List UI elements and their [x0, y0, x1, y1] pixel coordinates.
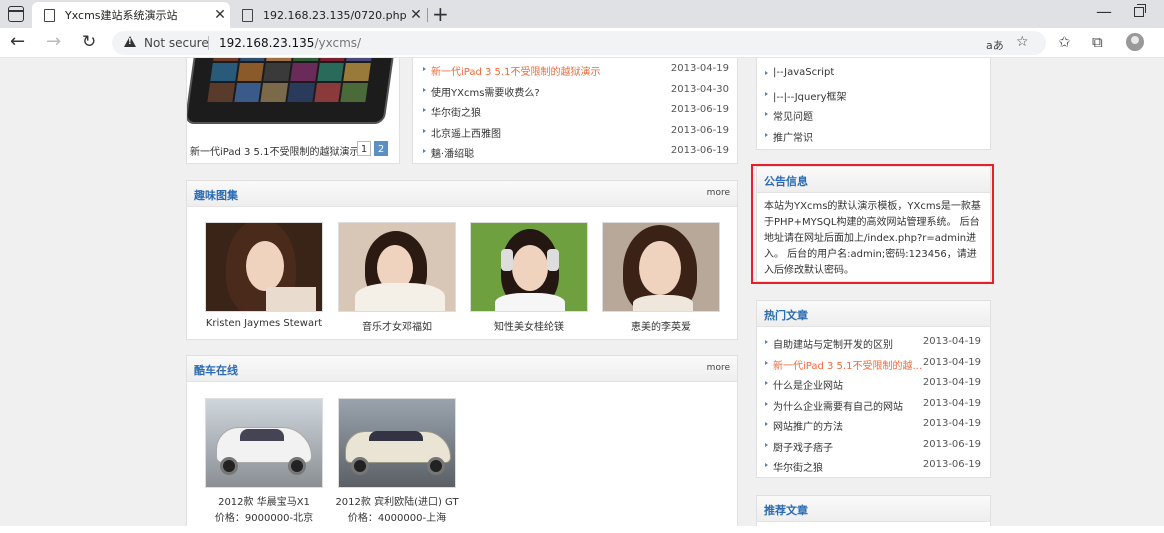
url-host: 192.168.23.135 [219, 36, 315, 50]
list-item[interactable]: 新一代iPad 3 5.1不受限制的越... 2013-04-19 [765, 354, 981, 375]
forward-arrow-icon[interactable]: → [46, 31, 61, 53]
gallery-photo-4[interactable] [602, 222, 720, 312]
list-item[interactable]: 自助建站与定制开发的区别 2013-04-19 [765, 333, 981, 354]
list-item[interactable]: 华尔街之狼 2013-06-19 [423, 101, 729, 122]
list-item[interactable]: 什么是企业网站 2013-04-19 [765, 374, 981, 395]
cars-header: 酷车在线 more [187, 356, 737, 382]
gallery-photo-1[interactable] [205, 222, 323, 312]
cars-more-link[interactable]: more [707, 363, 730, 373]
new-tab-icon[interactable]: + [432, 3, 449, 25]
address-bar[interactable]: Not secure 192.168.23.135/yxcms/ aあ ☆ [112, 31, 1046, 55]
cars-title[interactable]: 酷车在线 [194, 362, 238, 378]
page-icon [44, 8, 55, 22]
tablet-picture [187, 58, 398, 124]
minimize-icon[interactable]: — [1096, 2, 1112, 21]
hot-articles-panel: 热门文章 自助建站与定制开发的区别 2013-04-19 新一代iPad 3 5.… [756, 300, 991, 478]
list-item[interactable]: 华尔街之狼 2013-06-19 [765, 456, 981, 477]
recommended-title[interactable]: 推荐文章 [764, 502, 808, 518]
gallery-caption-3[interactable]: 知性美女桂纶镁 [454, 318, 604, 333]
slideshow-page-2[interactable]: 2 [374, 141, 388, 156]
hot-articles-header: 热门文章 [757, 301, 990, 327]
favorite-star-icon[interactable]: ☆ [1016, 34, 1029, 50]
hot-articles-title[interactable]: 热门文章 [764, 307, 808, 323]
tab-title: Yxcms建站系统演示站 [65, 9, 178, 22]
tab-separator [427, 8, 428, 22]
reload-icon[interactable]: ↻ [82, 31, 96, 53]
page-icon [242, 8, 253, 22]
car-name-1[interactable]: 2012款 华晨宝马X1 [189, 493, 339, 508]
favorites-icon[interactable]: ✩ [1058, 33, 1071, 51]
list-item[interactable]: 使用YXcms需要收费么? 2013-04-30 [423, 81, 729, 102]
profile-avatar[interactable] [1126, 33, 1144, 51]
category-item[interactable]: 常见问题 [765, 105, 985, 126]
url-path: /yxcms/ [314, 36, 362, 50]
gallery-caption-1[interactable]: Kristen Jaymes Stewart [189, 318, 339, 329]
url-divider [208, 36, 209, 50]
recommended-header: 推荐文章 [757, 496, 990, 522]
category-panel: |--JavaScript |--|--Jquery框架 常见问题 推广常识 [756, 58, 991, 150]
gallery-header: 趣味图集 more [187, 181, 737, 207]
gallery-title[interactable]: 趣味图集 [194, 187, 238, 203]
list-item[interactable]: 北京遥上西雅图 2013-06-19 [423, 122, 729, 143]
car-name-2[interactable]: 2012款 宾利欧陆(进口) GT [322, 493, 472, 508]
restore-icon[interactable] [1134, 4, 1146, 17]
url-text[interactable]: 192.168.23.135/yxcms/ [219, 36, 361, 50]
security-label[interactable]: Not secure [144, 36, 209, 50]
car-price-1: 价格：9000000-北京 [214, 513, 314, 524]
highlight-box [751, 164, 994, 284]
list-item[interactable]: 厨子戏子痞子 2013-06-19 [765, 436, 981, 457]
category-item[interactable]: |--|--Jquery框架 [765, 85, 985, 106]
list-item[interactable]: 为什么企业需要有自己的网站 2013-04-19 [765, 395, 981, 416]
gallery-caption-4[interactable]: 恵美的李英爱 [586, 318, 736, 333]
list-item[interactable]: 新一代iPad 3 5.1不受限制的越狱演示 2013-04-19 [423, 60, 729, 81]
news-list-panel: 新一代iPad 3 5.1不受限制的越狱演示 2013-04-19 使用YXcms… [412, 58, 738, 164]
browser-tab-inactive[interactable]: 192.168.23.135/0720.php ✕ [230, 2, 426, 28]
category-item[interactable]: 推广常识 [765, 126, 985, 147]
gallery-more-link[interactable]: more [707, 188, 730, 198]
address-toolbar: ← → ↻ Not secure 192.168.23.135/yxcms/ a… [0, 28, 1164, 58]
tab-title: 192.168.23.135/0720.php [263, 8, 406, 22]
car-photo-1[interactable] [205, 398, 323, 488]
tab-actions-icon[interactable] [8, 6, 24, 22]
close-tab-icon[interactable]: ✕ [406, 7, 426, 23]
list-item[interactable]: 魑·潘绍聪 2013-06-19 [423, 142, 729, 163]
category-item[interactable]: |--JavaScript [765, 64, 985, 85]
car-photo-2[interactable] [338, 398, 456, 488]
slideshow-page-1[interactable]: 1 [357, 141, 371, 156]
window-bottom-edge [0, 526, 1164, 533]
list-item[interactable]: 网站推广的方法 2013-04-19 [765, 415, 981, 436]
gallery-caption-2[interactable]: 音乐才女邓福如 [322, 318, 472, 333]
browser-tab-active[interactable]: Yxcms建站系统演示站 ✕ [32, 2, 230, 28]
slideshow-image[interactable] [187, 58, 398, 130]
read-aloud-icon[interactable]: aあ [986, 37, 1004, 53]
slideshow-caption[interactable]: 新一代iPad 3 5.1不受限制的越狱演示 [190, 143, 359, 158]
collections-icon[interactable]: ⧉ [1092, 33, 1103, 51]
browser-tab-strip: Yxcms建站系统演示站 ✕ 192.168.23.135/0720.php ✕… [0, 0, 1164, 28]
close-tab-icon[interactable]: ✕ [210, 7, 230, 23]
gallery-photo-3[interactable] [470, 222, 588, 312]
gallery-photo-2[interactable] [338, 222, 456, 312]
warning-icon[interactable] [124, 36, 136, 47]
car-price-2: 价格：4000000-上海 [347, 513, 447, 524]
back-arrow-icon[interactable]: ← [10, 31, 25, 53]
